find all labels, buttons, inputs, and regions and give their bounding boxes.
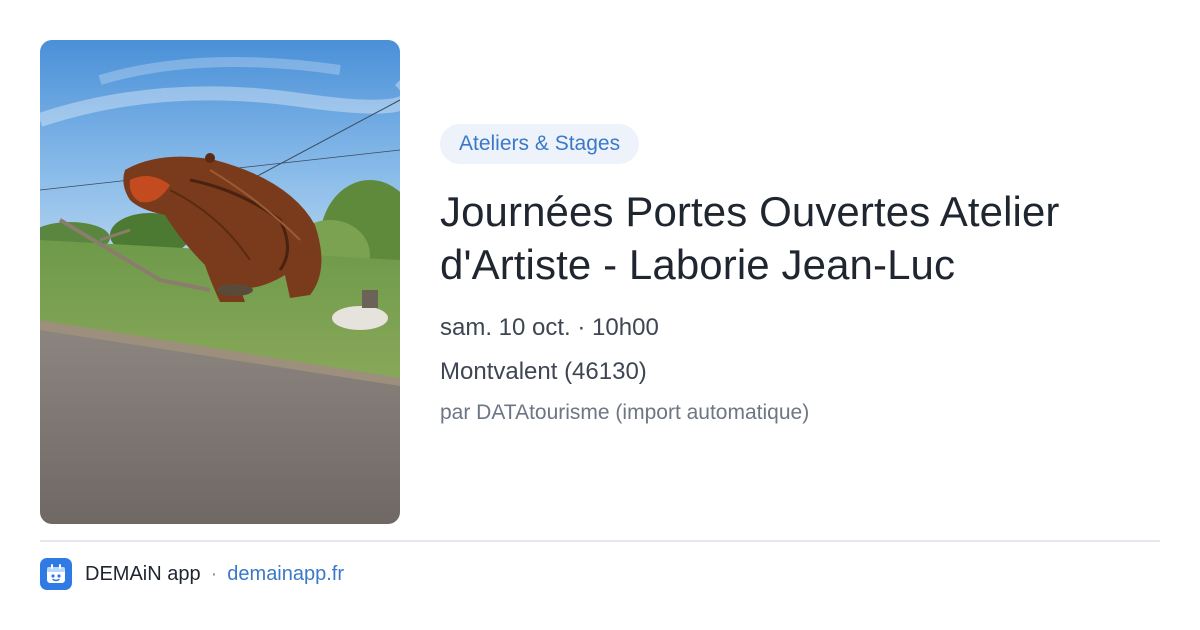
bear-sculpture-photo-icon xyxy=(40,40,400,524)
event-title[interactable]: Journées Portes Ouvertes Atelier d'Artis… xyxy=(440,185,1160,291)
app-website-link[interactable]: demainapp.fr xyxy=(227,563,344,586)
event-photo[interactable] xyxy=(40,40,400,524)
app-name: DEMAiN app xyxy=(85,562,201,585)
demain-app-logo-icon[interactable] xyxy=(40,558,72,590)
event-location: Montvalent (46130) xyxy=(440,358,647,385)
event-card: Ateliers & Stages Journées Portes Ouvert… xyxy=(0,0,1200,630)
footer-separator: · xyxy=(210,562,218,585)
category-tag[interactable]: Ateliers & Stages xyxy=(440,124,640,164)
event-datetime: sam. 10 oct. · 10h00 xyxy=(440,314,659,341)
footer-divider xyxy=(40,540,1160,542)
event-info: Ateliers & Stages Journées Portes Ouvert… xyxy=(440,124,1160,427)
footer: DEMAiN app · demainapp.fr xyxy=(40,558,344,590)
calendar-face-icon xyxy=(47,564,65,583)
event-source: par DATAtourisme (import automatique) xyxy=(440,401,810,424)
